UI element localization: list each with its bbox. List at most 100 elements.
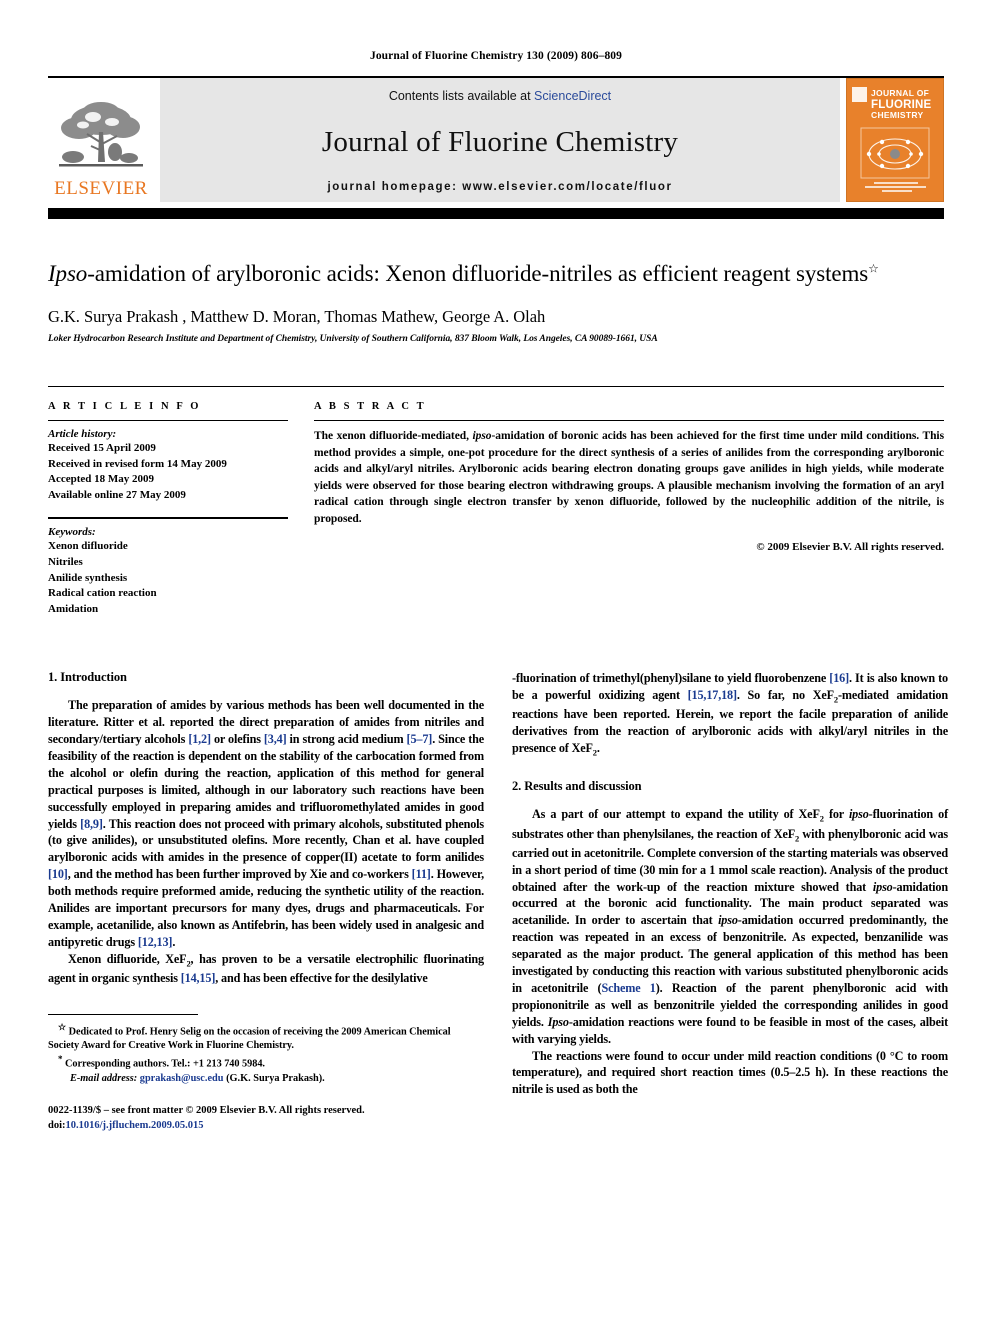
abstract-column: A B S T R A C T The xenon difluoride-med…	[314, 401, 944, 618]
abstract-seg: -amidation of boronic acids has been ach…	[314, 430, 945, 525]
masthead-center: Contents lists available at ScienceDirec…	[160, 78, 840, 202]
ipso-italic: ipso	[718, 913, 738, 928]
intro-paragraph-2: Xenon difluoride, XeF2, has proven to be…	[48, 951, 484, 987]
cover-line-3: CHEMISTRY	[871, 110, 924, 121]
keyword-item: Xenon difluoride	[48, 539, 128, 552]
section-heading-introduction: 1. Introduction	[48, 670, 127, 685]
divider	[48, 516, 288, 519]
intro-paragraph-2-continued: -fluorination of trimethyl(phenyl)silane…	[512, 670, 948, 759]
footnotes-block: ☆ Dedicated to Prof. Henry Selig on the …	[48, 1007, 484, 1134]
article-page: Journal of Fluorine Chemistry 130 (2009)…	[0, 0, 992, 1323]
right-column: -fluorination of trimethyl(phenyl)silane…	[512, 670, 948, 1133]
imprint-block: 0022-1139/$ – see front matter © 2009 El…	[48, 1104, 484, 1133]
seg: .	[596, 741, 600, 756]
running-head: Journal of Fluorine Chemistry 130 (2009)…	[369, 50, 623, 62]
citation-ref[interactable]: [14,15]	[181, 971, 216, 985]
article-info-column: A R T I C L E I N F O Article history: R…	[48, 401, 288, 618]
keywords-heading: Keywords:	[48, 525, 96, 538]
page-title: Ipso-amidation of arylboronic acids: Xen…	[48, 259, 944, 288]
doi-link[interactable]: 10.1016/j.jfluchem.2009.05.015	[66, 1120, 204, 1131]
body-columns: 1. Introduction The preparation of amide…	[48, 670, 948, 1133]
footnote-email: E-mail address: gprakash@usc.edu (G.K. S…	[48, 1072, 484, 1086]
citation-ref[interactable]: [3,4]	[264, 732, 287, 746]
doi-label: doi:	[48, 1119, 66, 1131]
seg: -fluorination of trimethyl(phenyl)silane…	[512, 671, 830, 686]
title-rest: -amidation of arylboronic acids: Xenon d…	[87, 261, 869, 286]
abstract-seg: The xenon difluoride-mediated,	[314, 430, 473, 443]
history-item: Received in revised form 14 May 2009	[48, 457, 227, 470]
journal-title: Journal of Fluorine Chemistry	[321, 125, 679, 158]
author-list: G.K. Surya Prakash , Matthew D. Moran, T…	[48, 307, 944, 327]
elsevier-tree-icon	[59, 102, 143, 167]
email-owner: (G.K. Surya Prakash).	[226, 1072, 325, 1084]
title-block: Ipso-amidation of arylboronic acids: Xen…	[48, 259, 944, 344]
journal-cover-thumbnail[interactable]: JOURNAL OF FLUORINE CHEMISTRY	[846, 78, 944, 202]
seg: , and has been effective for the desilyl…	[215, 970, 428, 985]
citation-ref[interactable]: [15,17,18]	[688, 688, 737, 702]
scheme-link[interactable]: Scheme 1	[601, 981, 655, 995]
citation-ref[interactable]: [12,13]	[138, 935, 173, 949]
keyword-item: Anilide synthesis	[48, 571, 128, 584]
ipso-italic: ipso	[872, 879, 893, 894]
intro-paragraph-1: The preparation of amides by various met…	[48, 697, 484, 950]
contents-prefix: Contents lists available at	[388, 89, 535, 103]
seg: . So far, no XeF	[736, 688, 834, 703]
results-paragraph-2: The reactions were found to occur under …	[512, 1048, 948, 1097]
journal-masthead: ELSEVIER Contents lists available at Sci…	[48, 76, 944, 202]
cover-footer-lines	[859, 182, 935, 194]
divider	[314, 420, 944, 422]
cover-title: JOURNAL OF FLUORINE CHEMISTRY	[871, 88, 939, 121]
divider	[48, 420, 288, 422]
abstract-ipso: ipso	[472, 430, 492, 443]
seg: . This reaction does not proceed with pr…	[48, 816, 484, 865]
journal-homepage-link[interactable]: journal homepage: www.elsevier.com/locat…	[327, 181, 672, 193]
footnote-corresponding: * Corresponding authors. Tel.: +1 213 74…	[48, 1053, 484, 1072]
footnote-marker: ☆	[58, 1021, 67, 1032]
authors-text: G.K. Surya Prakash , Matthew D. Moran, T…	[48, 307, 546, 327]
email-link[interactable]: gprakash@usc.edu	[140, 1073, 224, 1084]
affiliation: Loker Hydrocarbon Research Institute and…	[48, 334, 658, 345]
cover-line-1: JOURNAL OF	[871, 88, 930, 98]
results-paragraph-1: As a part of our attempt to expand the u…	[512, 806, 948, 1047]
cover-elsevier-mark-icon	[852, 87, 867, 102]
masthead-bottom-bar	[48, 208, 944, 219]
seg: -amidation reactions were found to be fe…	[512, 1014, 948, 1046]
article-info-label: A R T I C L E I N F O	[48, 401, 202, 413]
article-history-heading: Article history:	[48, 428, 117, 441]
left-column: 1. Introduction The preparation of amide…	[48, 670, 484, 1133]
doi-line: doi:10.1016/j.jfluchem.2009.05.015	[48, 1119, 484, 1134]
citation-ref[interactable]: [11]	[412, 867, 431, 881]
issn-front-matter: 0022-1139/$ – see front matter © 2009 El…	[48, 1105, 365, 1116]
seg: As a part of our attempt to expand the u…	[532, 807, 820, 822]
citation-ref[interactable]: [16]	[829, 671, 849, 685]
copyright-line: © 2009 Elsevier B.V. All rights reserved…	[756, 541, 944, 554]
abstract-text: The xenon difluoride-mediated, ipso-amid…	[314, 428, 944, 527]
seg: Xenon difluoride, XeF	[68, 951, 187, 966]
contents-available-line: Contents lists available at ScienceDirec…	[389, 89, 611, 103]
ipso-italic: ipso	[848, 807, 869, 822]
seg: in strong acid medium	[286, 732, 407, 747]
citation-ref[interactable]: [8,9]	[80, 817, 103, 831]
citation-ref[interactable]: [1,2]	[188, 732, 211, 746]
seg: Dedicated to Prof. Henry Selig on the oc…	[48, 1026, 451, 1052]
citation-ref[interactable]: [5–7]	[407, 732, 433, 746]
title-footnote-marker: ☆	[868, 261, 879, 276]
email-label: E-mail address:	[70, 1072, 138, 1084]
abstract-label: A B S T R A C T	[314, 401, 427, 413]
seg: Corresponding authors. Tel.: +1 213 740 …	[64, 1058, 265, 1070]
elsevier-logo: ELSEVIER	[48, 78, 154, 202]
seg: or olefins	[210, 732, 264, 747]
info-abstract-block: A R T I C L E I N F O Article history: R…	[48, 386, 944, 618]
section-heading-results: 2. Results and discussion	[512, 779, 642, 794]
sciencedirect-link[interactable]: ScienceDirect	[534, 89, 611, 103]
history-item: Available online 27 May 2009	[48, 489, 186, 502]
seg: .	[172, 934, 176, 949]
atom-diagram-icon	[860, 127, 930, 179]
keyword-item: Nitriles	[48, 555, 83, 568]
keyword-item: Amidation	[48, 603, 99, 616]
citation-ref[interactable]: [10]	[48, 867, 68, 881]
history-item: Accepted 18 May 2009	[48, 473, 155, 486]
seg: for	[823, 807, 849, 822]
footnote-dedication: ☆ Dedicated to Prof. Henry Selig on the …	[48, 1021, 484, 1054]
history-item: Received 15 April 2009	[48, 442, 156, 455]
